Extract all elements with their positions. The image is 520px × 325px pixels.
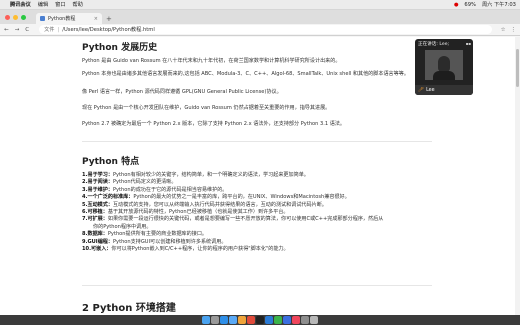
mic-muted-icon: 🎤︎	[418, 87, 425, 93]
menu-item-edit[interactable]: 编辑	[38, 1, 48, 8]
minimize-window-button[interactable]	[13, 14, 18, 20]
list-item: 4.一个广泛的标准库：Python的最大的优势之一是丰富的库，跨平台的，在UNI…	[82, 194, 350, 201]
trash-icon[interactable]	[310, 316, 318, 324]
list-item: 8.数据库：Python提供所有主要的商业数据库的接口。	[82, 231, 208, 238]
back-button[interactable]: ←	[4, 27, 9, 33]
section-divider	[82, 285, 432, 286]
tab-title: Python教程	[48, 16, 76, 22]
menu-item-window[interactable]: 窗口	[55, 1, 65, 8]
maximize-window-button[interactable]	[21, 14, 26, 20]
wechat-icon[interactable]	[274, 316, 282, 324]
list-item: 7.可扩展：如果你需要一段运行很快的关键代码，或者是想要编写一些不愿开放的算法，…	[82, 216, 384, 223]
participant-head	[438, 56, 450, 72]
meeting-icon[interactable]	[283, 316, 291, 324]
participant-name: Lee	[426, 87, 435, 93]
url-separator: |	[57, 26, 60, 33]
terminal-icon[interactable]	[256, 316, 264, 324]
music-icon[interactable]	[292, 316, 300, 324]
security-label[interactable]: 文件	[44, 26, 54, 33]
env-heading: 2 Python 环境搭建	[82, 303, 176, 314]
list-item: 5.互动模式：互动模式的支持，您可以从终端输入执行代码并获得结果的语言，互动的测…	[82, 201, 327, 208]
speaker-label: 正在讲话: Lee;	[418, 42, 450, 47]
call-window-menu-icon[interactable]: ▪▪	[466, 41, 471, 46]
tab-python-tutorial[interactable]: Python教程 ×	[36, 13, 102, 24]
participant-video	[425, 50, 463, 80]
macos-menu-bar: 腾讯会议 编辑 窗口 帮助 ● 69% 周六 下午7:03	[0, 0, 520, 10]
url-text[interactable]: /Users/lee/Desktop/Python教程.html	[62, 26, 155, 33]
page-scrollbar[interactable]	[515, 37, 520, 315]
history-paragraph-3: 像 Perl 语言一样，Python 源代码同样遵循 GPL(GNU Gener…	[82, 89, 282, 95]
launchpad-icon[interactable]	[211, 316, 219, 324]
participant-body	[433, 71, 455, 80]
safari-icon[interactable]	[220, 316, 228, 324]
browser-menu-icon[interactable]: ⋮	[511, 27, 517, 33]
history-paragraph-2: Python 本身也是由诸多其他语言发展而来的,这包括 ABC、Modula-3…	[82, 71, 409, 77]
photos-icon[interactable]	[238, 316, 246, 324]
page-favicon-icon	[40, 16, 45, 21]
reload-button[interactable]: C	[25, 27, 29, 33]
close-window-button[interactable]	[5, 14, 10, 20]
history-paragraph-5: Python 2.7 被确定为最后一个 Python 2.x 版本，它除了支持 …	[82, 121, 346, 127]
battery-percent[interactable]: 69%	[464, 2, 476, 8]
bookmark-star-icon[interactable]: ☆	[501, 27, 506, 33]
window-controls	[0, 10, 26, 24]
finder-icon[interactable]	[202, 316, 210, 324]
new-tab-button[interactable]: +	[106, 15, 112, 23]
history-paragraph-1: Python 是由 Guido van Rossum 在八十年代末和九十年代初，…	[82, 58, 341, 64]
chrome-icon[interactable]	[247, 316, 255, 324]
address-toolbar: ← → C 文件 | /Users/lee/Desktop/Python教程.h…	[0, 24, 520, 36]
menu-app-name[interactable]: 腾讯会议	[10, 1, 31, 8]
menubar-clock[interactable]: 周六 下午7:03	[482, 1, 516, 8]
participant-namebar: 🎤︎ Lee	[415, 85, 473, 95]
scrollbar-thumb[interactable]	[516, 49, 519, 87]
recording-indicator-icon: ●	[453, 1, 459, 8]
list-item: 10.可嵌入：你可以将Python嵌入到C/C++程序，让你的程序的用户获得"脚…	[82, 246, 289, 253]
history-heading: Python 发展历史	[82, 43, 158, 53]
browser-tab-bar: Python教程 × +	[0, 10, 520, 24]
video-call-window[interactable]: 正在讲话: Lee; ▪▪ 🎤︎ Lee	[415, 39, 473, 95]
list-item: 2.易于阅读：Python代码定义的更清晰。	[82, 179, 177, 186]
close-tab-icon[interactable]: ×	[94, 16, 98, 22]
mail-icon[interactable]	[229, 316, 237, 324]
section-divider	[82, 141, 432, 142]
settings-icon[interactable]	[301, 316, 309, 324]
list-item: 9.GUI编程：Python支持GUI可以创建和移植到许多系统调用。	[82, 238, 227, 245]
history-paragraph-4: 现在 Python 是由一个核心开发团队在维护，Guido van Rossum…	[82, 105, 331, 111]
macos-dock	[0, 315, 520, 325]
features-list: 1.易于学习：Python有相对较少的关键字，结构简单，和一个明确定义的语法，学…	[82, 172, 383, 253]
menu-item-help[interactable]: 帮助	[73, 1, 83, 8]
features-heading: Python 特点	[82, 157, 140, 167]
forward-button[interactable]: →	[15, 27, 20, 33]
url-bar[interactable]: 文件 | /Users/lee/Desktop/Python教程.html	[39, 25, 492, 34]
vscode-icon[interactable]	[265, 316, 273, 324]
